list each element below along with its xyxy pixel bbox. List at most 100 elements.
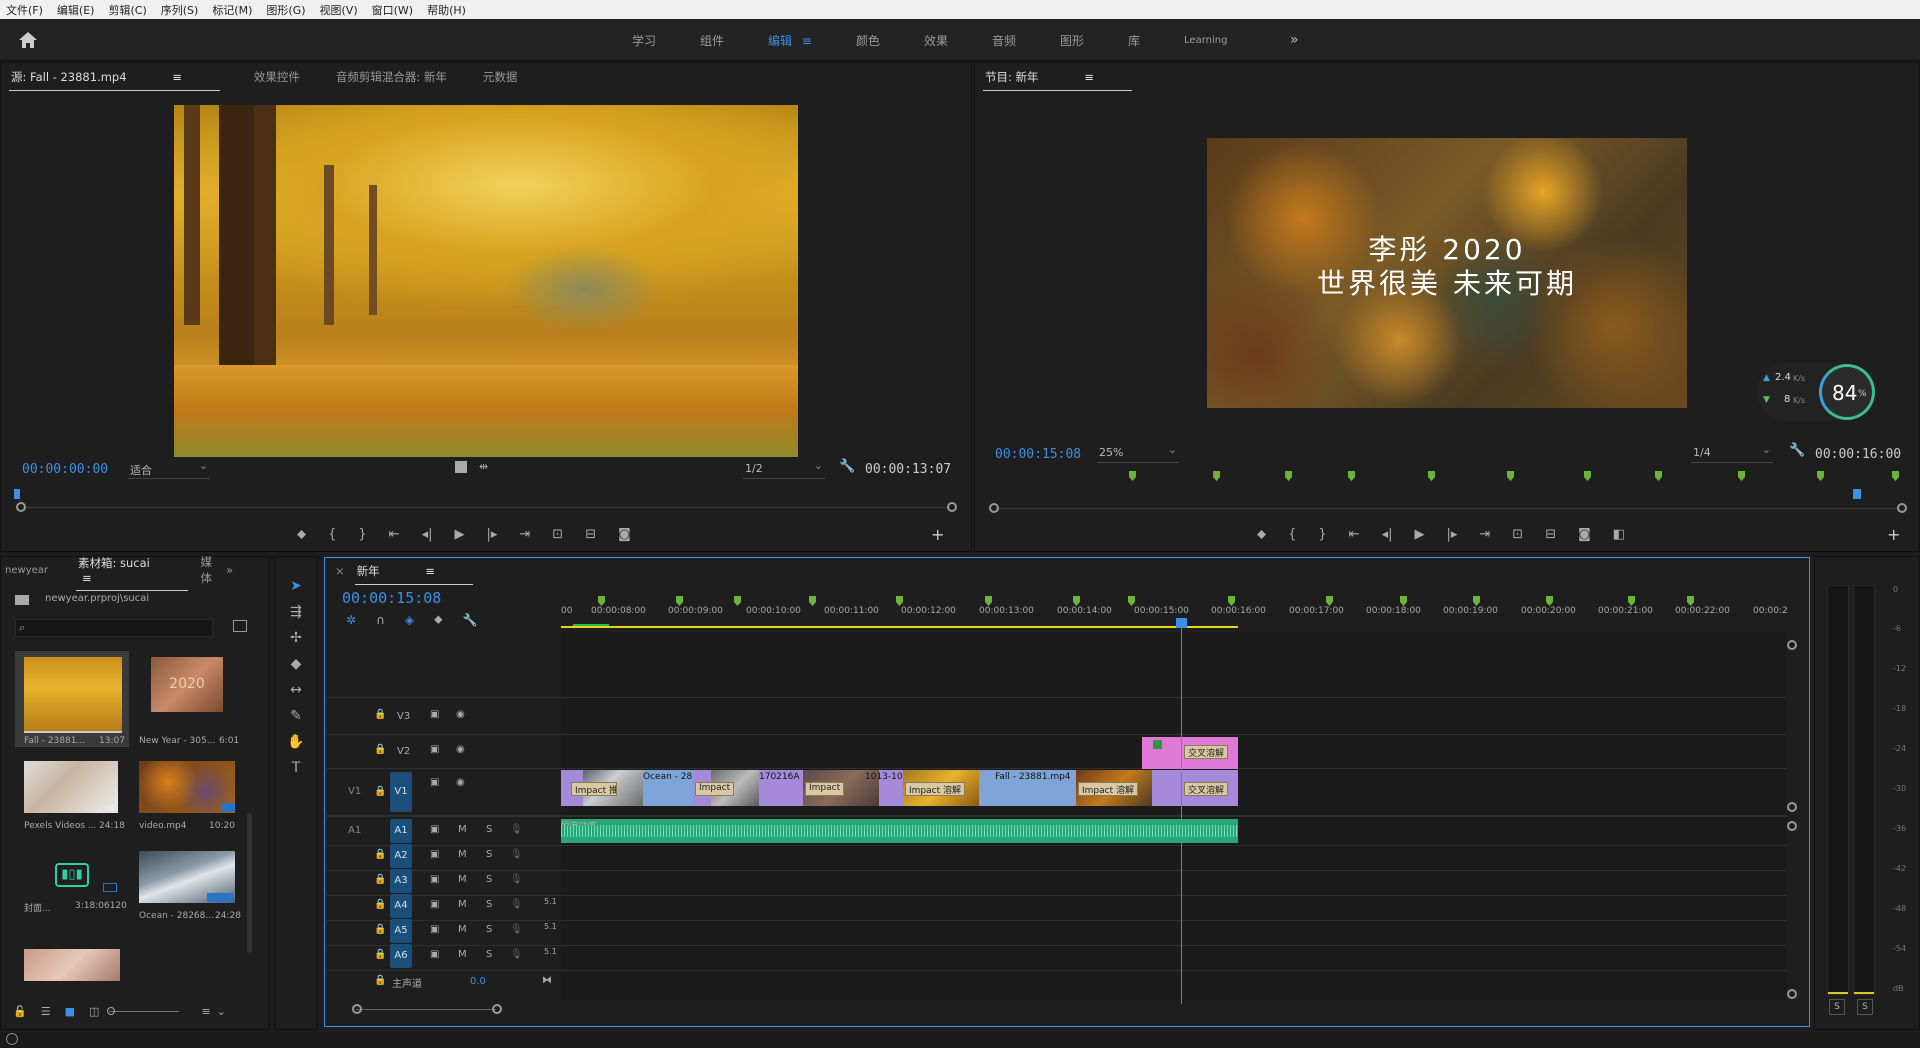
mute-button[interactable]: M bbox=[458, 874, 467, 885]
selection-tool-icon[interactable]: ➤ bbox=[285, 575, 307, 597]
drag-video-icon[interactable]: ⇹ bbox=[479, 460, 488, 473]
clip-ocean[interactable]: Impact 推 Ocean - 28 bbox=[561, 770, 693, 806]
workspace-tab-audio[interactable]: 音频 bbox=[970, 32, 1038, 49]
clip-title-v2[interactable]: 交叉溶解 bbox=[1142, 737, 1238, 769]
track-target-a6[interactable]: A6 bbox=[390, 944, 412, 968]
slip-tool-icon[interactable]: ↔ bbox=[285, 679, 307, 701]
workspace-tab-graphics[interactable]: 图形 bbox=[1038, 32, 1106, 49]
project-search-input[interactable]: ⌕ bbox=[15, 619, 213, 637]
menu-sequence[interactable]: 序列(S) bbox=[161, 2, 199, 18]
solo-left-button[interactable]: S bbox=[1829, 999, 1845, 1015]
sync-lock-icon[interactable]: ▣ bbox=[430, 744, 439, 755]
program-marker[interactable] bbox=[1213, 471, 1220, 481]
transition-cross-dissolve[interactable]: 交叉溶解 bbox=[1184, 782, 1229, 796]
voice-over-mic-icon[interactable]: 🎙 bbox=[510, 824, 523, 835]
lock-icon[interactable]: 🔒 bbox=[374, 849, 386, 860]
voice-over-mic-icon[interactable]: 🎙 bbox=[510, 949, 523, 960]
insert-icon[interactable]: ⊡ bbox=[552, 527, 563, 542]
source-video-frame[interactable] bbox=[174, 105, 798, 457]
workspace-tab-libraries[interactable]: 库 bbox=[1106, 32, 1162, 49]
tab-media-browser[interactable]: 媒体 bbox=[200, 554, 215, 586]
sort-dropdown-icon[interactable]: ⌄ bbox=[217, 1005, 226, 1018]
playhead-handle[interactable] bbox=[1176, 618, 1187, 628]
zoom-slider-handle[interactable] bbox=[107, 1006, 116, 1015]
timeline-vertical-scroll-bottom[interactable] bbox=[1787, 802, 1797, 812]
program-marker[interactable] bbox=[1892, 471, 1899, 481]
voice-over-mic-icon[interactable]: 🎙 bbox=[510, 849, 523, 860]
menu-help[interactable]: 帮助(H) bbox=[427, 2, 466, 18]
voice-over-mic-icon[interactable]: 🎙 bbox=[510, 874, 523, 885]
timeline-ruler[interactable]: 00 00:00:08:00 00:00:09:00 00:00:10:00 0… bbox=[561, 596, 1788, 630]
mark-in-icon[interactable]: { bbox=[1288, 527, 1296, 542]
safe-margins-icon[interactable] bbox=[455, 461, 467, 473]
extract-icon[interactable]: ⊟ bbox=[1545, 527, 1556, 542]
mark-in-icon[interactable]: { bbox=[328, 527, 336, 542]
solo-button[interactable]: S bbox=[486, 824, 492, 835]
freeform-view-icon[interactable]: ◫ bbox=[89, 1005, 99, 1018]
track-header-a3[interactable]: 🔒 A3 ▣ M S 🎙 bbox=[326, 869, 558, 893]
timeline-marker[interactable] bbox=[985, 596, 992, 606]
program-marker[interactable] bbox=[1507, 471, 1514, 481]
workspace-tab-assembly[interactable]: 组件 bbox=[678, 32, 746, 49]
lock-icon[interactable]: 🔒 bbox=[374, 709, 386, 720]
clip-170216a[interactable]: Impact 170216A bbox=[693, 770, 803, 806]
timeline-vertical-scroll-top[interactable] bbox=[1787, 640, 1797, 650]
transition-effect[interactable]: Impact bbox=[805, 782, 845, 796]
voice-over-mic-icon[interactable]: 🎙 bbox=[510, 924, 523, 935]
lock-icon[interactable]: 🔒 bbox=[374, 975, 386, 986]
timeline-marker[interactable] bbox=[676, 596, 683, 606]
timeline-marker[interactable] bbox=[1687, 596, 1694, 606]
sync-lock-icon[interactable]: ▣ bbox=[430, 899, 439, 910]
voice-over-mic-icon[interactable]: 🎙 bbox=[510, 899, 523, 910]
mute-button[interactable]: M bbox=[458, 949, 467, 960]
write-protect-icon[interactable]: 🔓 bbox=[13, 1005, 27, 1018]
go-to-out-icon[interactable]: ⇥ bbox=[1479, 527, 1490, 542]
timeline-marker[interactable] bbox=[1073, 596, 1080, 606]
program-marker[interactable] bbox=[1428, 471, 1435, 481]
program-marker[interactable] bbox=[1348, 471, 1355, 481]
clip-final[interactable]: Impact 溶解 bbox=[1076, 770, 1152, 806]
track-header-a1[interactable]: A1 A1 ▣ M S 🎙 bbox=[326, 819, 558, 843]
timeline-marker[interactable] bbox=[809, 596, 816, 606]
source-playhead[interactable] bbox=[14, 489, 20, 499]
program-marker[interactable] bbox=[1285, 471, 1292, 481]
project-scrollbar[interactable] bbox=[247, 813, 252, 953]
eye-icon[interactable]: ◉ bbox=[456, 709, 465, 720]
work-area-bar[interactable] bbox=[561, 626, 1238, 628]
tab-effect-controls[interactable]: 效果控件 bbox=[254, 69, 300, 85]
lock-icon[interactable]: 🔒 bbox=[374, 786, 386, 797]
timeline-marker[interactable] bbox=[598, 596, 605, 606]
timeline-horizontal-scroll[interactable] bbox=[352, 1004, 502, 1014]
program-settings-wrench-icon[interactable]: 🔧 bbox=[1789, 443, 1805, 458]
tab-bin-sucai[interactable]: 素材箱: sucai ≡ bbox=[75, 555, 189, 591]
go-to-in-icon[interactable]: ⇤ bbox=[1349, 527, 1360, 542]
transition-effect[interactable]: Impact 溶解 bbox=[1078, 782, 1138, 796]
project-item-video[interactable]: video.mp4 10:20 bbox=[137, 751, 251, 847]
pen-tool-icon[interactable]: ✎ bbox=[285, 705, 307, 727]
program-marker[interactable] bbox=[1738, 471, 1745, 481]
go-to-end-icon[interactable]: ⧓ bbox=[542, 975, 552, 986]
program-resolution-dropdown[interactable]: 1/4 bbox=[1691, 443, 1773, 463]
project-item-pexels[interactable]: Pexels Videos ... 24:18 bbox=[15, 751, 129, 847]
timeline-settings-wrench-icon[interactable]: 🔧 bbox=[463, 613, 478, 627]
project-item-ocean[interactable]: Ocean - 28268... 24:28 bbox=[137, 847, 251, 943]
h-scroll-start-handle[interactable] bbox=[352, 1004, 362, 1014]
source-zoom-start-handle[interactable] bbox=[16, 502, 26, 512]
track-select-tool-icon[interactable]: ⇶ bbox=[285, 601, 307, 623]
eye-icon[interactable]: ◉ bbox=[456, 777, 465, 788]
panel-overflow-icon[interactable]: » bbox=[226, 563, 233, 577]
solo-button[interactable]: S bbox=[486, 949, 492, 960]
source-resolution-dropdown[interactable]: 1/2 bbox=[743, 459, 825, 479]
solo-right-button[interactable]: S bbox=[1857, 999, 1873, 1015]
eye-icon[interactable]: ◉ bbox=[456, 744, 465, 755]
home-icon[interactable] bbox=[18, 31, 38, 49]
timeline-marker[interactable] bbox=[1228, 596, 1235, 606]
project-item-newyear[interactable]: 2020 New Year - 305... 6:01 bbox=[137, 651, 251, 747]
step-back-icon[interactable]: ◂| bbox=[422, 527, 433, 542]
program-zoom-dropdown[interactable]: 25% bbox=[1097, 443, 1179, 463]
clip-fall[interactable]: Impact 溶解 Fall - 23881.mp4 bbox=[903, 770, 1076, 806]
clip-1013-10[interactable]: Impact 1013-10 bbox=[803, 770, 903, 806]
solo-button[interactable]: S bbox=[486, 874, 492, 885]
track-header-master[interactable]: 🔒 主声道 0.0 ⧓ bbox=[326, 970, 558, 994]
menu-graphics[interactable]: 图形(G) bbox=[266, 2, 305, 18]
